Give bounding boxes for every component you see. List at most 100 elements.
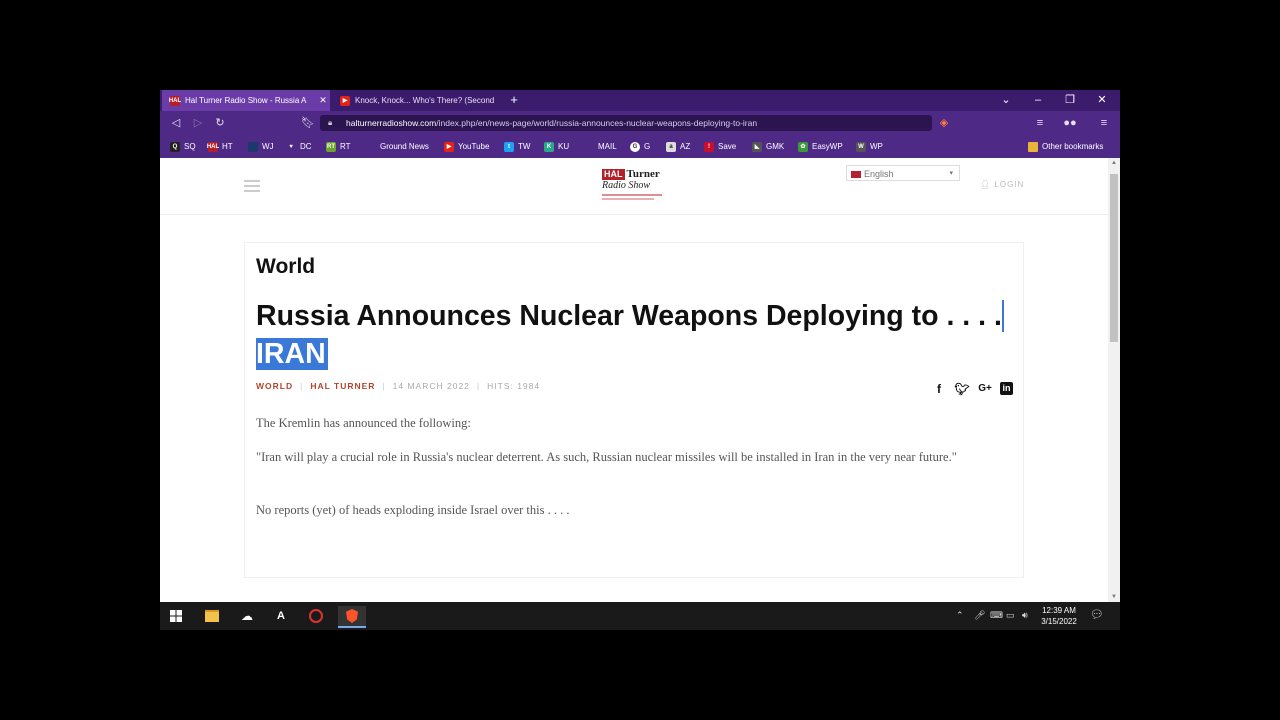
hal-icon: HAL (206, 141, 220, 152)
bookmark-label: Ground News (380, 142, 429, 151)
google-plus-icon[interactable]: G+ (977, 381, 993, 397)
windows-start-icon[interactable] (165, 606, 187, 626)
bookmark-icon[interactable]: 🔖︎ (300, 115, 316, 131)
save-icon: ! (704, 141, 714, 152)
app-red-circle-icon[interactable] (305, 606, 327, 626)
network-app-icon[interactable]: ☁︎ (236, 606, 258, 626)
file-explorer-icon[interactable] (201, 606, 223, 626)
meta-hits: HITS: 1984 (487, 381, 541, 391)
address-bar[interactable]: 🔒︎ halturnerradioshow.com/index.php/en/n… (320, 115, 932, 131)
bookmark-az[interactable]: a AZ (666, 140, 690, 153)
logo-turner: Turner (626, 168, 660, 180)
scroll-up-icon[interactable]: ▲ (1111, 160, 1117, 166)
facebook-icon[interactable]: f (931, 381, 947, 397)
url-host: halturnerradioshow.com (346, 118, 437, 128)
twitter-icon[interactable]: 🐦︎ (954, 381, 970, 397)
article-paragraph: No reports (yet) of heads exploding insi… (256, 503, 570, 517)
bookmark-ku[interactable]: K KU (544, 140, 569, 153)
tray-overflow-icon[interactable]: ⌃ (956, 610, 964, 621)
bookmark-sq[interactable]: Q SQ (170, 140, 196, 153)
bookmark-label: TW (518, 142, 531, 151)
back-icon[interactable]: ◁ (168, 115, 184, 131)
login-label: LOGIN (994, 180, 1025, 189)
bookmark-label: AZ (680, 142, 691, 151)
bookmark-wp[interactable]: W WP (856, 140, 883, 153)
ku-icon: K (544, 141, 554, 152)
bookmark-dc[interactable]: ♥ DC (286, 140, 312, 153)
bookmark-ht[interactable]: HAL HT (206, 140, 233, 153)
mail-icon (584, 142, 594, 152)
bookmark-label: YouTube (458, 142, 490, 151)
minimize-icon[interactable]: – (1028, 92, 1048, 108)
login-link[interactable]: 👤︎ LOGIN (980, 180, 1024, 189)
bookmark-mail[interactable]: MAIL (584, 140, 617, 153)
easywp-icon: ✿ (798, 141, 808, 152)
notifications-icon[interactable]: 💬︎ (1090, 608, 1104, 621)
bookmark-ground-news[interactable]: Ground News (366, 140, 429, 153)
scroll-down-icon[interactable]: ▼ (1111, 594, 1117, 600)
scrollbar-thumb[interactable] (1110, 174, 1118, 342)
tab-title: Hal Turner Radio Show - Russia A (185, 96, 307, 105)
bookmark-label: WP (870, 142, 883, 151)
restore-icon[interactable]: ❐ (1060, 92, 1080, 108)
other-bookmarks[interactable]: Other bookmarks (1028, 140, 1103, 153)
bookmark-label: MAIL (598, 142, 617, 151)
bookmark-easywp[interactable]: ✿ EasyWP (798, 140, 843, 153)
brave-browser-icon[interactable] (338, 606, 366, 628)
profile-icon[interactable]: ●● (1062, 115, 1078, 131)
tab-knock-knock[interactable]: ▶ Knock, Knock... Who's There? (Second (332, 90, 498, 111)
close-tab-icon[interactable]: ✕ (316, 95, 330, 106)
headline-text: Russia Announces Nuclear Weapons Deployi… (256, 300, 1002, 332)
bookmark-tw[interactable]: t TW (504, 140, 530, 153)
tab-hal-turner[interactable]: HAL Hal Turner Radio Show - Russia A ✕ (162, 90, 330, 111)
share-buttons: f 🐦︎ G+ in (931, 381, 1013, 397)
chevron-down-icon: ▾ (949, 170, 953, 177)
meta-author-link[interactable]: HAL TURNER (310, 381, 375, 391)
app-a-icon[interactable]: A (270, 606, 292, 626)
youtube-icon: ▶ (444, 141, 454, 152)
bookmark-label: RT (340, 142, 351, 151)
tab-search-icon[interactable]: ⌄ (996, 92, 1016, 108)
heart-icon: ♥ (289, 143, 293, 150)
gmk-icon: ◣ (752, 141, 762, 152)
logo-hal: HAL (602, 168, 625, 180)
article-card: World Russia Announces Nuclear Weapons D… (244, 242, 1024, 578)
bookmark-rt[interactable]: RT RT (326, 140, 351, 153)
system-clock[interactable]: 12:39 AM 3/15/2022 (1034, 605, 1084, 627)
hal-favicon-icon: HAL (168, 95, 182, 106)
linkedin-icon[interactable]: in (1000, 382, 1013, 395)
language-select[interactable]: English ▾ (846, 165, 960, 181)
reading-list-icon[interactable]: ≡ (1032, 115, 1048, 131)
meta-category-link[interactable]: WORLD (256, 381, 293, 391)
microphone-icon[interactable]: 🎤︎ (974, 610, 985, 621)
network-icon[interactable]: ▭ (1006, 610, 1015, 621)
meta-date: 14 MARCH 2022 (392, 381, 470, 391)
brave-shield-icon[interactable]: ◈ (936, 115, 952, 131)
bookmark-label: DC (300, 142, 312, 151)
hamburger-menu-icon[interactable] (244, 180, 260, 192)
keyboard-icon[interactable]: ⌨︎ (990, 610, 1003, 621)
bookmark-label: Save (718, 142, 737, 151)
menu-icon[interactable]: ≡ (1096, 115, 1112, 131)
bookmark-gmk[interactable]: ◣ GMK (752, 140, 784, 153)
article-paragraph: The Kremlin has announced the following: (256, 416, 471, 430)
article-quote: "Iran will play a crucial role in Russia… (256, 450, 957, 464)
site-logo[interactable]: HAL Turner Radio Show (602, 168, 668, 206)
bookmark-save[interactable]: ! Save (704, 140, 736, 153)
bookmark-g[interactable]: GG (630, 140, 650, 153)
logo-tagline-decor (602, 198, 654, 200)
bookmark-label: Other bookmarks (1042, 142, 1104, 151)
windows-taskbar: ☁︎ A ⌃ 🎤︎ ⌨︎ ▭ 🔊︎ 12:39 AM 3/15/2022 💬︎ (160, 602, 1120, 630)
bookmark-youtube[interactable]: ▶ YouTube (444, 140, 489, 153)
volume-icon[interactable]: 🔊︎ (1022, 610, 1028, 621)
browser-toolbar: ◁ ▷ ↻ 🔖︎ 🔒︎ halturnerradioshow.com/index… (160, 111, 1120, 135)
close-window-icon[interactable]: ✕ (1092, 92, 1112, 108)
sq-icon: Q (170, 141, 180, 152)
forward-icon[interactable]: ▷ (190, 115, 206, 131)
new-tab-button[interactable]: + (504, 92, 524, 108)
reload-icon[interactable]: ↻ (212, 115, 228, 131)
page-scrollbar[interactable]: ▲ ▼ (1108, 158, 1120, 602)
bookmarks-bar: Q SQ HAL HT WJ ♥ DC RT RT Ground News ▶ YouTu… (160, 135, 1120, 158)
bookmark-label: G (644, 142, 651, 151)
bookmark-wj[interactable]: WJ (248, 140, 274, 153)
